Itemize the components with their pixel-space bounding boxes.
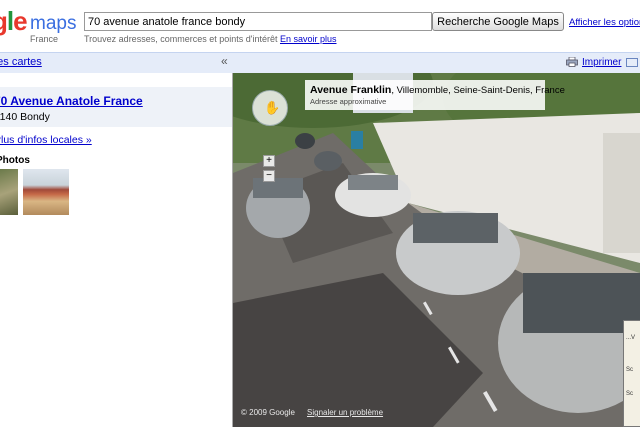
- photos-label: Photos: [0, 155, 30, 166]
- search-button[interactable]: Recherche Google Maps: [432, 12, 564, 31]
- email-icon[interactable]: [626, 58, 638, 67]
- logo-maps-word: maps: [30, 13, 77, 34]
- mini-map[interactable]: ...V Sc Sc: [623, 320, 640, 427]
- mini-map-label: ...V: [626, 335, 636, 341]
- photo-thumbnail[interactable]: [23, 169, 69, 215]
- report-problem-link[interactable]: Signaler un problème: [307, 408, 383, 417]
- show-options-link[interactable]: Afficher les options: [569, 17, 640, 28]
- result-subtitle: 93140 Bondy: [0, 111, 50, 123]
- my-maps-link[interactable]: Mes cartes: [0, 56, 42, 68]
- logo-google-word: gle: [0, 6, 28, 36]
- copyright: © 2009 Google: [241, 408, 295, 417]
- mini-map-label: Sc: [626, 391, 634, 397]
- pan-control[interactable]: ✋: [252, 90, 288, 126]
- mini-map-label: Sc: [626, 367, 634, 373]
- collapse-sidebar-button[interactable]: «: [221, 54, 228, 68]
- street-name: Avenue Franklin: [310, 84, 392, 96]
- zoom-in-button[interactable]: +: [263, 155, 275, 167]
- street-title: Avenue Franklin, Villemomble, Seine-Sain…: [310, 84, 565, 96]
- approximate-address: Adresse approximative: [310, 97, 387, 106]
- zoom-out-button[interactable]: −: [263, 170, 275, 182]
- photo-thumbnail[interactable]: [0, 169, 18, 215]
- result-card[interactable]: 70 Avenue Anatole France 93140 Bondy: [0, 87, 232, 127]
- printer-icon[interactable]: [566, 57, 578, 67]
- sidebar: 70 Avenue Anatole France 93140 Bondy Plu…: [0, 73, 233, 427]
- logo-country: France: [30, 34, 59, 42]
- street-view-panorama[interactable]: © 2009 Google Signaler un problème ...V …: [233, 73, 640, 427]
- google-maps-logo[interactable]: gle maps France: [0, 6, 80, 42]
- street-locality: , Villemomble, Seine-Saint-Denis, France: [391, 85, 565, 96]
- search-hint: Trouvez adresses, commerces et points d'…: [84, 34, 337, 44]
- result-title[interactable]: 70 Avenue Anatole France: [0, 94, 143, 108]
- search-hint-text: Trouvez adresses, commerces et points d'…: [84, 34, 278, 44]
- street-scene: [233, 73, 640, 427]
- print-link[interactable]: Imprimer: [582, 57, 621, 68]
- toolbar: [0, 52, 640, 74]
- learn-more-link[interactable]: En savoir plus: [280, 34, 337, 44]
- street-info-overlay: Avenue Franklin, Villemomble, Seine-Sain…: [305, 80, 565, 110]
- hand-icon: ✋: [264, 100, 281, 115]
- search-input[interactable]: [84, 12, 432, 31]
- more-local-info-link[interactable]: Plus d'infos locales »: [0, 134, 92, 146]
